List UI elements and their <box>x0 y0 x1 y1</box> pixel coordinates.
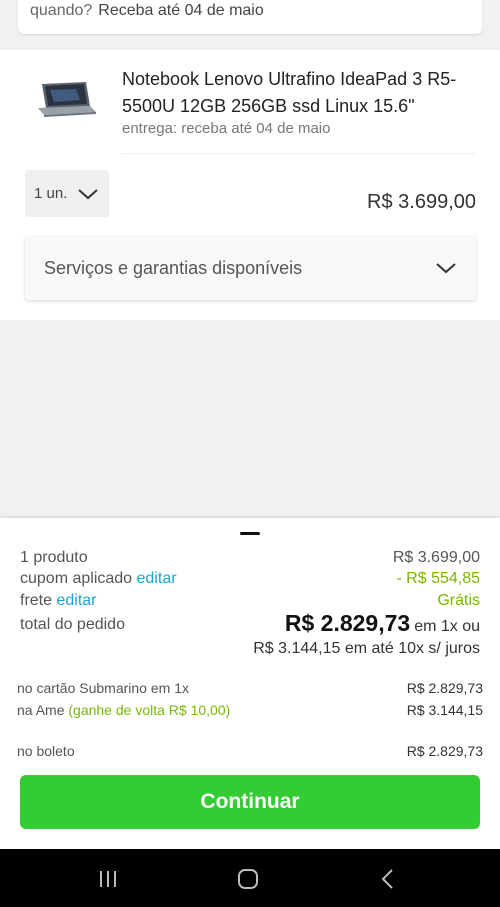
shipping-label: frete <box>20 592 53 609</box>
payment-ame-row: na Ame (ganhe de volta R$ 10,00) R$ 3.14… <box>17 702 483 718</box>
delivery-card: quando? Receba até 04 de maio <box>18 0 482 34</box>
shipping-value: Grátis <box>437 592 480 609</box>
boleto-value: R$ 2.829,73 <box>406 743 483 759</box>
chevron-down-icon <box>78 188 99 199</box>
sheet-drag-handle[interactable] <box>240 532 260 535</box>
card-label: no cartão Submarino em 1x <box>17 680 189 696</box>
delivery-question: quando? <box>30 2 93 19</box>
quantity-value: 1 un. <box>34 185 68 202</box>
product-title[interactable]: Notebook Lenovo Ultrafino IdeaPad 3 R5-5… <box>122 66 472 120</box>
coupon-value: - R$ 554,85 <box>396 570 480 587</box>
coupon-edit-link[interactable]: editar <box>137 570 177 587</box>
total-block: R$ 2.829,73 em 1x ou <box>285 610 480 637</box>
summary-products-row: 1 produto R$ 3.699,00 <box>20 549 480 567</box>
product-panel: Notebook Lenovo Ultrafino IdeaPad 3 R5-5… <box>0 50 500 320</box>
total-value: R$ 2.829,73 <box>284 610 411 636</box>
summary-shipping-row: frete editar Grátis <box>20 592 480 610</box>
installments-text: R$ 3.144,15 em até 10x s/ juros <box>253 640 480 657</box>
chevron-down-icon <box>436 263 456 274</box>
product-delivery: entrega: receba até 04 de maio <box>122 120 331 137</box>
ame-label: na Ame <box>17 702 65 718</box>
services-label: Serviços e garantias disponíveis <box>44 257 303 278</box>
back-icon[interactable] <box>376 867 400 891</box>
quantity-select[interactable]: 1 un. <box>25 170 109 217</box>
recent-apps-icon[interactable] <box>96 867 120 891</box>
payment-card-row: no cartão Submarino em 1x R$ 2.829,73 <box>17 680 483 696</box>
total-suffix: em 1x ou <box>414 618 480 635</box>
home-icon[interactable] <box>236 867 260 891</box>
order-summary-sheet: 1 produto R$ 3.699,00 cupom aplicado edi… <box>0 518 500 849</box>
boleto-label: no boleto <box>17 743 75 759</box>
ame-value: R$ 3.144,15 <box>406 702 483 718</box>
divider <box>122 153 476 154</box>
services-dropdown[interactable]: Serviços e garantias disponíveis <box>25 236 476 300</box>
summary-coupon-row: cupom aplicado editar - R$ 554,85 <box>20 570 480 588</box>
ame-cashback: (ganhe de volta R$ 10,00) <box>68 702 231 718</box>
shipping-edit-link[interactable]: editar <box>56 592 96 609</box>
coupon-label: cupom aplicado <box>20 570 133 587</box>
continue-button[interactable]: Continuar <box>20 775 480 829</box>
product-thumbnail[interactable] <box>36 78 98 120</box>
card-value: R$ 2.829,73 <box>406 680 483 696</box>
total-label: total do pedido <box>20 616 125 633</box>
delivery-date: Receba até 04 de maio <box>98 2 264 19</box>
system-navigation-bar <box>0 849 500 907</box>
products-value: R$ 3.699,00 <box>392 549 480 566</box>
product-price: R$ 3.699,00 <box>367 191 476 213</box>
payment-boleto-row: no boleto R$ 2.829,73 <box>17 743 483 759</box>
products-label: 1 produto <box>20 549 88 566</box>
